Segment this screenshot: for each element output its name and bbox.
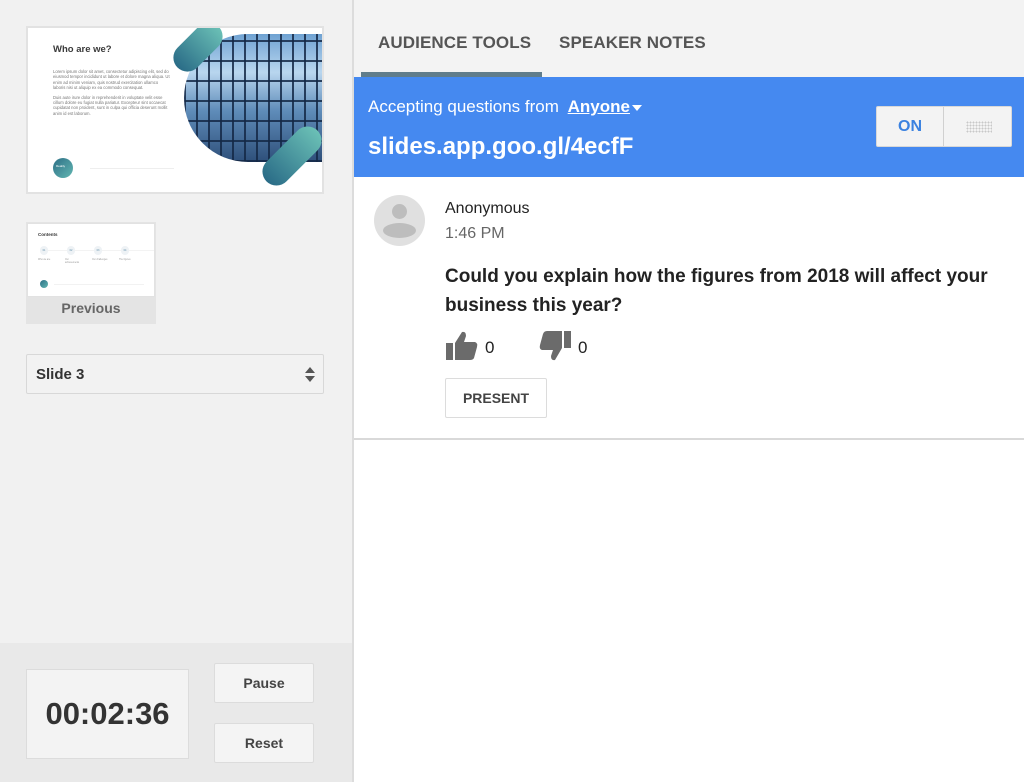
thumbs-down-icon	[539, 331, 571, 361]
timer-value: 00:02:36	[45, 696, 170, 731]
tab-speaker-notes[interactable]: SPEAKER NOTES	[559, 33, 706, 53]
slide-paragraph: Lorem ipsum dolor sit amet, consectetur …	[53, 69, 170, 91]
question-time: 1:46 PM	[445, 225, 505, 242]
timer-area: 00:02:36 Pause Reset	[0, 643, 352, 782]
tab-bar: AUDIENCE TOOLS SPEAKER NOTES	[354, 0, 1024, 77]
select-arrows-icon	[305, 365, 315, 385]
slide-logo-text: Reality	[56, 164, 66, 168]
slide-select[interactable]: Slide 3	[26, 354, 324, 394]
avatar	[374, 195, 425, 246]
prev-slide-title: Contents	[38, 232, 58, 237]
contents-number: 04	[121, 246, 129, 255]
timer-display: 00:02:36	[26, 669, 189, 759]
slide-divider	[90, 168, 174, 169]
accepting-label: Accepting questions from	[368, 97, 559, 116]
contents-number: 01	[40, 246, 48, 255]
tab-audience-tools[interactable]: AUDIENCE TOOLS	[378, 33, 531, 53]
previous-label: Previous	[61, 300, 121, 316]
qa-toggle[interactable]: ON	[876, 106, 1012, 147]
toggle-on-label: ON	[877, 107, 944, 146]
pause-button[interactable]: Pause	[214, 663, 314, 703]
contents-caption: Who we are	[38, 259, 51, 261]
accepting-questions: Accepting questions from Anyone	[368, 97, 642, 117]
contents-number: 02	[67, 246, 75, 255]
slide-logo: Reality	[53, 158, 73, 178]
question-text: Could you explain how the figures from 2…	[445, 266, 988, 316]
qa-banner: Accepting questions from Anyone slides.a…	[354, 77, 1024, 177]
slide-body: Lorem ipsum dolor sit amet, consectetur …	[53, 69, 171, 120]
contents-caption: Our challenges	[92, 259, 108, 261]
thumbs-up-icon	[446, 331, 478, 360]
contents-number: 03	[94, 246, 102, 255]
previous-slide-thumbnail: Contents 01 02 03 04 Who we are Our achi…	[27, 223, 155, 297]
contents-caption: Our achievements	[65, 259, 80, 264]
question-card: Anonymous 1:46 PM Could you explain how …	[354, 177, 1024, 440]
qa-url: slides.app.goo.gl/4ecfF	[368, 133, 634, 160]
previous-slide-button[interactable]: Contents 01 02 03 04 Who we are Our achi…	[26, 222, 156, 324]
toggle-grip-icon	[966, 121, 992, 133]
prev-slide-divider	[54, 284, 144, 285]
audience-dropdown[interactable]: Anyone	[568, 97, 630, 116]
reset-button[interactable]: Reset	[214, 723, 314, 763]
person-icon	[392, 204, 407, 219]
slide-paragraph: Duis aute irure dolor in reprehenderit i…	[53, 94, 168, 116]
left-panel: Who are we? Lorem ipsum dolor sit amet, …	[0, 0, 354, 782]
present-button[interactable]: PRESENT	[445, 378, 547, 418]
contents-caption: The figures	[119, 259, 131, 261]
question-author: Anonymous	[445, 200, 530, 217]
prev-slide-logo	[40, 280, 48, 288]
current-slide-thumbnail: Who are we? Lorem ipsum dolor sit amet, …	[26, 26, 324, 194]
slide-select-value: Slide 3	[36, 366, 85, 383]
downvote-count: 0	[578, 338, 588, 357]
upvote-count: 0	[485, 338, 495, 357]
caret-down-icon[interactable]	[631, 104, 642, 111]
slide-title: Who are we?	[53, 44, 112, 55]
right-panel: AUDIENCE TOOLS SPEAKER NOTES Accepting q…	[354, 0, 1024, 782]
